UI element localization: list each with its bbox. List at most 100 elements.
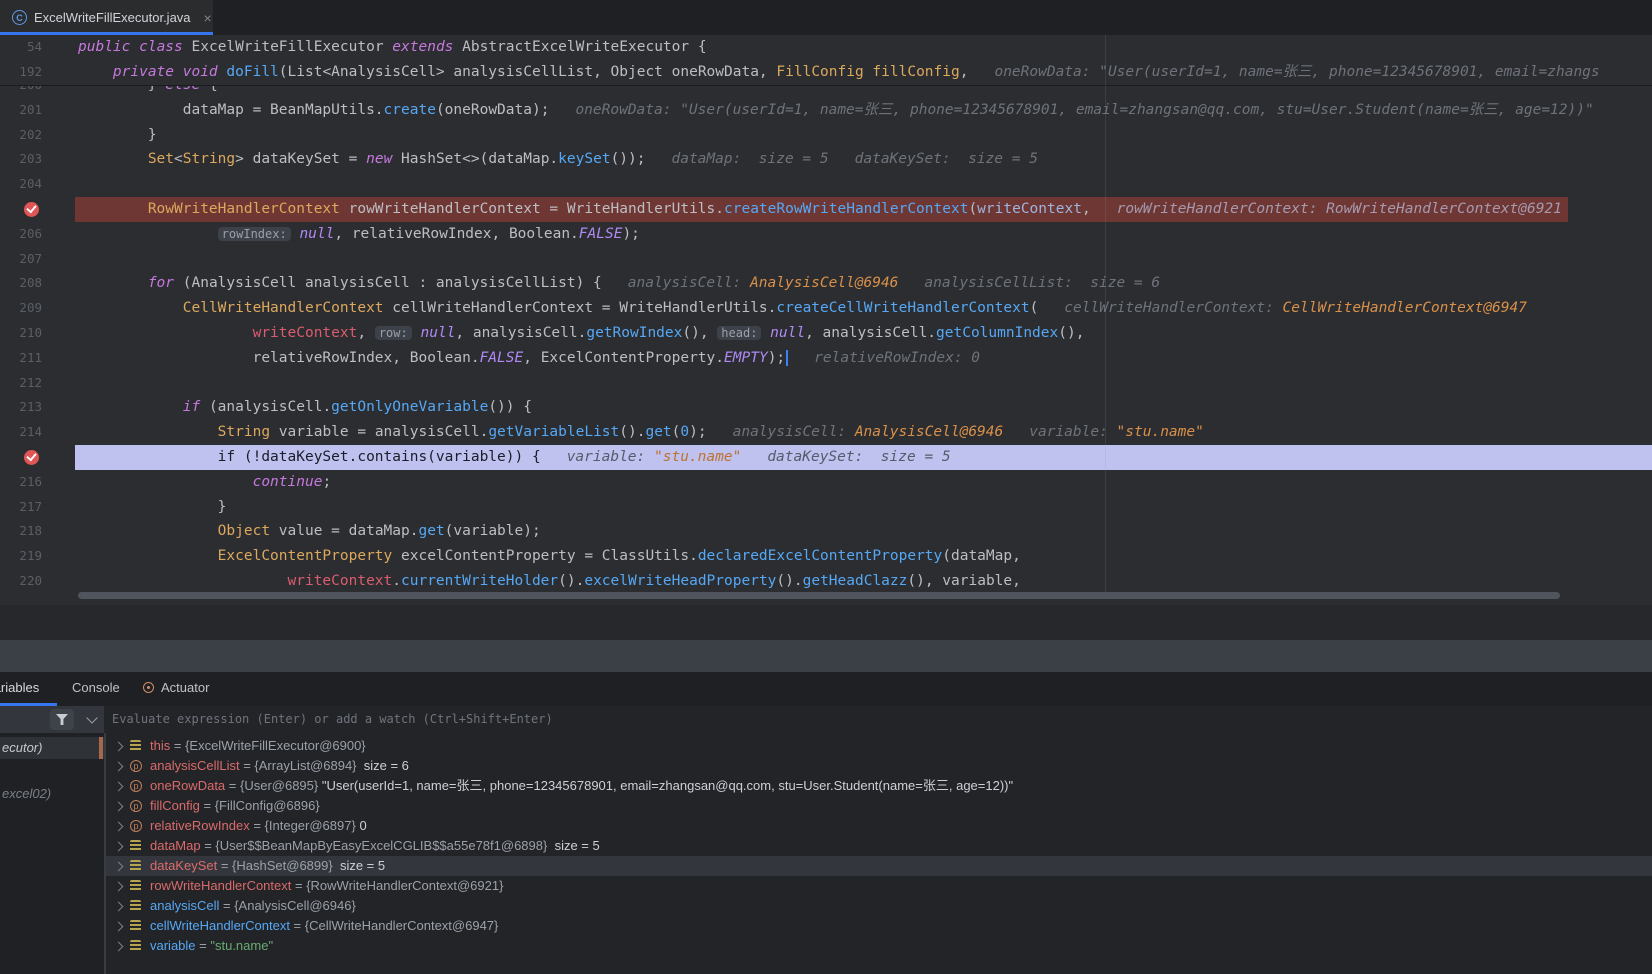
- code-line-201[interactable]: 201 dataMap = BeanMapUtils.create(oneRowD…: [0, 98, 1652, 123]
- frame-row[interactable]: ecutor): [0, 737, 104, 759]
- evaluate-expression-input[interactable]: Evaluate expression (Enter) or add a wat…: [112, 706, 553, 733]
- debug-toolbar-strip: [0, 640, 1652, 672]
- expand-chevron-icon[interactable]: [113, 821, 124, 832]
- variable-ref: {User$$BeanMapByEasyExcelCGLIB$$a55e78f1…: [215, 838, 548, 853]
- line-number: 204: [19, 176, 42, 192]
- code-line-206[interactable]: 206 rowIndex: null, relativeRowIndex, Boo…: [0, 222, 1652, 247]
- expand-chevron-icon[interactable]: [113, 861, 124, 872]
- code-line-203[interactable]: 203 Set<String> dataKeySet = new HashSet<…: [0, 147, 1652, 172]
- code-line-218[interactable]: 218 Object value = dataMap.get(variable);: [0, 519, 1652, 544]
- filter-button[interactable]: [50, 709, 74, 730]
- line-number: 220: [19, 572, 42, 588]
- variable-text: analysisCell = {AnalysisCell@6946}: [150, 896, 356, 916]
- frame-row[interactable]: excel02): [0, 783, 104, 805]
- code-text: Object value = dataMap.get(variable);: [217, 523, 541, 540]
- variable-value: size = 6: [356, 758, 409, 773]
- code-line-214[interactable]: 214 String variable = analysisCell.getVar…: [0, 420, 1652, 445]
- code-line-220[interactable]: 220 writeContext.currentWriteHolder().exc…: [0, 569, 1652, 594]
- code-line-213[interactable]: 213 if (analysisCell.getOnlyOneVariable()…: [0, 395, 1652, 420]
- variable-row-rowWriteHandlerContext[interactable]: rowWriteHandlerContext = {RowWriteHandle…: [106, 876, 1652, 896]
- code-line-202[interactable]: 202}: [0, 123, 1652, 148]
- code-text: }: [147, 126, 157, 143]
- variable-row-dataKeySet[interactable]: dataKeySet = {HashSet@6899} size = 5: [106, 856, 1652, 876]
- parameter-icon: [130, 820, 142, 832]
- variable-ref: {RowWriteHandlerContext@6921}: [306, 878, 504, 893]
- tab-console[interactable]: Console: [72, 672, 120, 703]
- variable-ref: {HashSet@6899}: [232, 858, 333, 873]
- parameter-icon: [130, 800, 142, 812]
- code-text: if (analysisCell.getOnlyOneVariable()) {: [182, 399, 532, 416]
- variable-text: cellWriteHandlerContext = {CellWriteHand…: [150, 916, 498, 936]
- code-line-205[interactable]: RowWriteHandlerContext rowWriteHandlerCo…: [0, 196, 1652, 222]
- code-line-208[interactable]: 208 for (AnalysisCell analysisCell : anal…: [0, 271, 1652, 296]
- filter-icon: [56, 714, 68, 725]
- line-number: 218: [19, 523, 42, 539]
- equals-sign: =: [291, 878, 307, 893]
- breakpoint-icon[interactable]: [24, 449, 39, 465]
- expand-chevron-icon[interactable]: [113, 941, 124, 952]
- variable-icon: [130, 880, 141, 892]
- code-line-207[interactable]: 207: [0, 247, 1652, 272]
- variable-row-cellWriteHandlerContext[interactable]: cellWriteHandlerContext = {CellWriteHand…: [106, 916, 1652, 936]
- frame-label: excel02): [2, 786, 52, 801]
- expand-chevron-icon[interactable]: [113, 801, 124, 812]
- expand-chevron-icon[interactable]: [113, 901, 124, 912]
- breakpoint-icon[interactable]: [24, 201, 39, 217]
- variable-row-dataMap[interactable]: dataMap = {User$$BeanMapByEasyExcelCGLIB…: [106, 836, 1652, 856]
- tab-excelwritefillexecutor[interactable]: C ExcelWriteFillExecutor.java ×: [0, 0, 213, 35]
- code-line-212[interactable]: 212: [0, 371, 1652, 396]
- code-line-210[interactable]: 210 writeContext, row: null, analysisCell…: [0, 321, 1652, 346]
- line-number: 207: [19, 250, 42, 266]
- frame-label: ecutor): [2, 740, 43, 755]
- editor-debug-gap: [0, 605, 1652, 640]
- variable-row-variable[interactable]: variable = "stu.name": [106, 936, 1652, 956]
- code-line-216[interactable]: 216 continue;: [0, 470, 1652, 495]
- variable-name: variable: [150, 938, 196, 953]
- variable-row-relativeRowIndex[interactable]: relativeRowIndex = {Integer@6897} 0: [106, 816, 1652, 836]
- code-line-211[interactable]: 211 relativeRowIndex, Boolean.FALSE, Exce…: [0, 346, 1652, 371]
- code-text: relativeRowIndex, Boolean.FALSE, ExcelCo…: [252, 349, 981, 366]
- code-line-217[interactable]: 217}: [0, 495, 1652, 520]
- code-line-204[interactable]: 204: [0, 172, 1652, 197]
- variable-text: analysisCellList = {ArrayList@6894} size…: [150, 756, 409, 776]
- code-text: RowWriteHandlerContext rowWriteHandlerCo…: [147, 200, 1562, 217]
- variable-row-this[interactable]: this = {ExcelWriteFillExecutor@6900}: [106, 736, 1652, 756]
- variable-row-analysisCell[interactable]: analysisCell = {AnalysisCell@6946}: [106, 896, 1652, 916]
- line-number: 208: [19, 275, 42, 291]
- ide-window: C ExcelWriteFillExecutor.java × 200} els…: [0, 0, 1652, 974]
- horizontal-scrollbar[interactable]: [78, 592, 1560, 599]
- code-line-209[interactable]: 209 CellWriteHandlerContext cellWriteHand…: [0, 296, 1652, 321]
- variable-name: dataKeySet: [150, 858, 218, 873]
- variable-ref: {FillConfig@6896}: [214, 798, 320, 813]
- expand-chevron-icon[interactable]: [113, 761, 124, 772]
- text-caret: [786, 349, 789, 366]
- close-icon[interactable]: ×: [204, 10, 212, 26]
- variable-ref: {AnalysisCell@6946}: [234, 898, 356, 913]
- expand-chevron-icon[interactable]: [113, 741, 124, 752]
- code-text: writeContext.currentWriteHolder().excelW…: [287, 572, 1021, 589]
- code-text: dataMap = BeanMapUtils.create(oneRowData…: [182, 101, 1594, 118]
- code-editor[interactable]: 200} else {201dataMap = BeanMapUtils.cre…: [0, 35, 1652, 605]
- debug-bottom-area: ecutor) excel02) this = {ExcelWriteFillEx…: [0, 733, 1652, 974]
- parameter-icon: [130, 760, 142, 772]
- tab-actuator[interactable]: Actuator: [161, 672, 209, 703]
- variable-text: variable = "stu.name": [150, 936, 273, 956]
- variable-row-oneRowData[interactable]: oneRowData = {User@6895} "User(userId=1,…: [106, 776, 1652, 796]
- variable-name: cellWriteHandlerContext: [150, 918, 290, 933]
- code-line-54[interactable]: 54 public class ExcelWriteFillExecutor ex…: [0, 35, 1652, 60]
- code-line-215[interactable]: if (!dataKeySet.contains(variable)) {var…: [0, 444, 1652, 470]
- tab-variables[interactable]: Variables: [0, 672, 39, 703]
- code-line-192[interactable]: 192 private void doFill(List<AnalysisCell…: [0, 60, 1652, 85]
- variable-row-fillConfig[interactable]: fillConfig = {FillConfig@6896}: [106, 796, 1652, 816]
- variable-value: 0: [355, 818, 367, 833]
- expand-chevron-icon[interactable]: [113, 841, 124, 852]
- expand-chevron-icon[interactable]: [113, 781, 124, 792]
- line-number: 203: [19, 151, 42, 167]
- expand-chevron-icon[interactable]: [113, 881, 124, 892]
- variable-row-analysisCellList[interactable]: analysisCellList = {ArrayList@6894} size…: [106, 756, 1652, 776]
- expand-chevron-icon[interactable]: [113, 921, 124, 932]
- variable-ref: {Integer@6897}: [264, 818, 356, 833]
- code-lines: 200} else {201dataMap = BeanMapUtils.cre…: [0, 73, 1652, 594]
- code-text: Set<String> dataKeySet = new HashSet<>(d…: [147, 151, 1038, 168]
- code-line-219[interactable]: 219 ExcelContentProperty excelContentProp…: [0, 544, 1652, 569]
